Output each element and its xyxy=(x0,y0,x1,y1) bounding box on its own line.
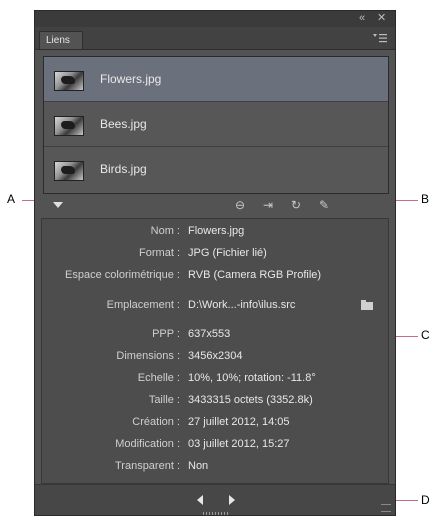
link-info-section: Nom : Flowers.jpg Format : JPG (Fichier … xyxy=(41,218,389,484)
panel-resize-handle[interactable] xyxy=(203,512,229,515)
callout-b-label: B xyxy=(421,192,430,206)
panel-titlebar: « ✕ xyxy=(35,11,395,27)
callout-a-label: A xyxy=(7,192,16,206)
info-row-creation: Création : 27 juillet 2012, 14:05 xyxy=(42,412,390,432)
go-to-link-icon[interactable]: ⇥ xyxy=(258,197,278,213)
collapse-panel-icon[interactable]: « xyxy=(359,12,365,25)
link-filename: Bees.jpg xyxy=(100,117,147,131)
info-navigation-bar xyxy=(35,484,395,515)
thumbnail-image xyxy=(54,71,84,91)
info-value: 03 juillet 2012, 15:27 xyxy=(188,438,290,450)
info-label: Format : xyxy=(139,247,180,259)
info-row-taille: Taille : 3433315 octets (3352.8k) xyxy=(42,390,390,410)
info-label: Espace colorimétrique : xyxy=(65,269,180,281)
panel-menu-icon[interactable] xyxy=(373,32,387,44)
link-filename: Flowers.jpg xyxy=(100,72,162,86)
info-label: PPP : xyxy=(152,328,180,340)
link-row[interactable]: Flowers.jpg xyxy=(44,57,388,102)
panel-tab-row: Liens xyxy=(35,27,395,50)
info-row-transparent: Transparent : Non xyxy=(42,456,390,476)
previous-link-arrow-icon[interactable] xyxy=(197,495,203,505)
edit-original-pencil-icon[interactable]: ✎ xyxy=(314,197,334,213)
info-value: Non xyxy=(188,460,209,472)
info-value[interactable]: D:\Work...-info\ilus.src xyxy=(188,295,295,315)
close-panel-icon[interactable]: ✕ xyxy=(377,12,386,25)
callout-c-label: C xyxy=(421,328,430,342)
info-label: Emplacement : xyxy=(106,299,180,311)
info-label: Transparent : xyxy=(114,460,180,472)
info-value: RVB (Camera RGB Profile) xyxy=(188,269,322,281)
info-row-echelle: Echelle : 10%, 10%; rotation: -11.8° xyxy=(42,368,390,388)
info-row-ppp: PPP : 637x553 xyxy=(42,324,390,344)
thumbnail-image xyxy=(54,161,84,181)
tab-liens[interactable]: Liens xyxy=(39,31,83,49)
link-row[interactable]: Bees.jpg xyxy=(44,102,388,147)
info-value: 3456x2304 xyxy=(188,350,243,362)
show-hide-info-triangle-icon[interactable] xyxy=(53,202,63,208)
info-value: 637x553 xyxy=(188,328,231,340)
info-row-nom: Nom : Flowers.jpg xyxy=(42,221,390,241)
resize-grip-icon[interactable] xyxy=(381,504,391,512)
info-label: Nom : xyxy=(150,225,180,237)
info-label: Echelle : xyxy=(137,372,180,384)
update-link-icon[interactable]: ↻ xyxy=(286,197,306,213)
info-row-emplacement: Emplacement : D:\Work...-info\ilus.src xyxy=(42,295,390,315)
relink-chain-icon[interactable]: ⊖ xyxy=(230,197,250,213)
links-toolbar: ⊖ ⇥ ↻ ✎ xyxy=(35,194,395,216)
info-label: Modification : xyxy=(115,438,180,450)
info-value: 10%, 10%; rotation: -11.8° xyxy=(188,372,316,384)
info-value: Flowers.jpg xyxy=(188,225,245,237)
info-row-espace-colorimetrique: Espace colorimétrique : RVB (Camera RGB … xyxy=(42,265,390,285)
next-link-arrow-icon[interactable] xyxy=(229,495,235,505)
info-row-dimensions: Dimensions : 3456x2304 xyxy=(42,346,390,366)
link-row[interactable]: Birds.jpg xyxy=(44,147,388,192)
info-value: 3433315 octets (3352.8k) xyxy=(188,394,313,406)
callout-d-label: D xyxy=(421,493,430,507)
info-value: JPG (Fichier lié) xyxy=(188,247,267,259)
info-row-modification: Modification : 03 juillet 2012, 15:27 xyxy=(42,434,390,454)
folder-icon[interactable] xyxy=(361,300,373,310)
link-filename: Birds.jpg xyxy=(100,162,147,176)
info-row-format: Format : JPG (Fichier lié) xyxy=(42,243,390,263)
info-label: Dimensions : xyxy=(116,350,180,362)
links-panel: « ✕ Liens Flowers.jpg Bees.jpg Birds.jpg… xyxy=(34,10,396,516)
info-label: Taille : xyxy=(148,394,180,406)
links-list: Flowers.jpg Bees.jpg Birds.jpg xyxy=(43,56,389,194)
info-value: 27 juillet 2012, 14:05 xyxy=(188,416,290,428)
info-label: Création : xyxy=(132,416,180,428)
thumbnail-image xyxy=(54,116,84,136)
